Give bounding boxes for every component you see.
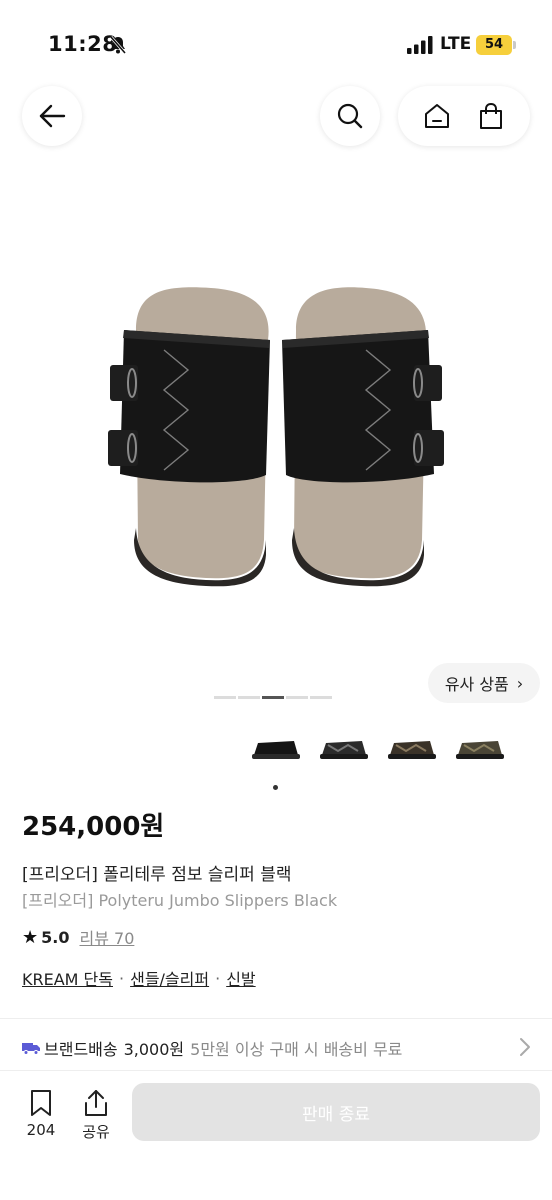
thumbnail-strip: [248, 722, 508, 774]
battery-icon: 54: [476, 35, 512, 55]
bell-off-icon: [109, 36, 127, 54]
similar-products-label: 유사 상품: [444, 675, 509, 694]
left-slipper: [108, 287, 270, 587]
indicator: [310, 696, 332, 699]
shipping-note: 5만원 이상 구매 시 배송비 무료: [190, 1040, 403, 1059]
arrow-left-icon: [39, 104, 66, 128]
indicator: [238, 696, 260, 699]
tag-kream-exclusive[interactable]: KREAM 단독: [22, 966, 113, 990]
share-label: 공유: [82, 1123, 110, 1141]
nav-actions: [398, 86, 530, 146]
thumbnail-1[interactable]: [248, 722, 304, 774]
rating-score: 5.0: [41, 927, 70, 947]
tag-separator: ·: [215, 968, 221, 988]
category-tags: KREAM 단독 · 샌들/슬리퍼 · 신발: [22, 966, 256, 990]
chevron-right-icon: ›: [516, 673, 524, 693]
network-type: LTE: [440, 34, 472, 54]
star-icon: ★: [22, 926, 39, 948]
thumbnail-3[interactable]: [384, 722, 440, 774]
search-icon: [337, 103, 363, 129]
indicator-active: [262, 696, 284, 699]
tag-sandals[interactable]: 샌들/슬리퍼: [130, 966, 209, 990]
truck-icon: [22, 1043, 40, 1055]
rating-row: ★ 5.0 리뷰 70: [22, 925, 134, 949]
chevron-right-icon: [520, 1038, 530, 1056]
back-button[interactable]: [22, 86, 82, 146]
thumbnail-4[interactable]: [452, 722, 508, 774]
product-price: 254,000원: [22, 812, 165, 842]
divider: [0, 1018, 552, 1019]
signal-icon: [407, 36, 433, 54]
bottom-action-bar: 204 공유 판매 종료: [0, 1070, 552, 1200]
status-bar: 11:28 LTE 54: [0, 0, 552, 90]
product-name-en: [프리오더] Polyteru Jumbo Slippers Black: [22, 891, 338, 910]
battery-level: 54: [484, 37, 504, 52]
review-link[interactable]: 리뷰 70: [79, 925, 134, 949]
bookmark-icon: [31, 1090, 51, 1116]
product-image[interactable]: [96, 270, 456, 590]
thumbnail-selected-dot: [273, 785, 278, 790]
shipping-fee: 3,000원: [123, 1040, 185, 1059]
bookmark-count: 204: [26, 1121, 56, 1139]
right-slipper: [282, 287, 444, 587]
thumbnail-2[interactable]: [316, 722, 372, 774]
shipping-label: 브랜드배송: [44, 1040, 118, 1059]
search-button[interactable]: [320, 86, 380, 146]
home-icon[interactable]: [423, 102, 451, 130]
tag-shoes[interactable]: 신발: [226, 966, 255, 990]
shopping-bag-icon[interactable]: [477, 102, 505, 130]
bookmark-button[interactable]: 204: [21, 1089, 61, 1139]
status-time: 11:28: [48, 32, 118, 56]
indicator: [214, 696, 236, 699]
sold-out-button[interactable]: 판매 종료: [132, 1083, 540, 1141]
share-button[interactable]: 공유: [76, 1089, 116, 1142]
product-name-ko: [프리오더] 폴리테루 점보 슬리퍼 블랙: [22, 865, 292, 885]
similar-products-button[interactable]: 유사 상품 ›: [428, 663, 540, 703]
tag-separator: ·: [119, 968, 125, 988]
battery-tip: [513, 41, 516, 49]
carousel-indicators: [214, 696, 332, 699]
share-icon: [85, 1090, 107, 1116]
shipping-row[interactable]: 브랜드배송 3,000원 5만원 이상 구매 시 배송비 무료: [22, 1036, 532, 1060]
indicator: [286, 696, 308, 699]
